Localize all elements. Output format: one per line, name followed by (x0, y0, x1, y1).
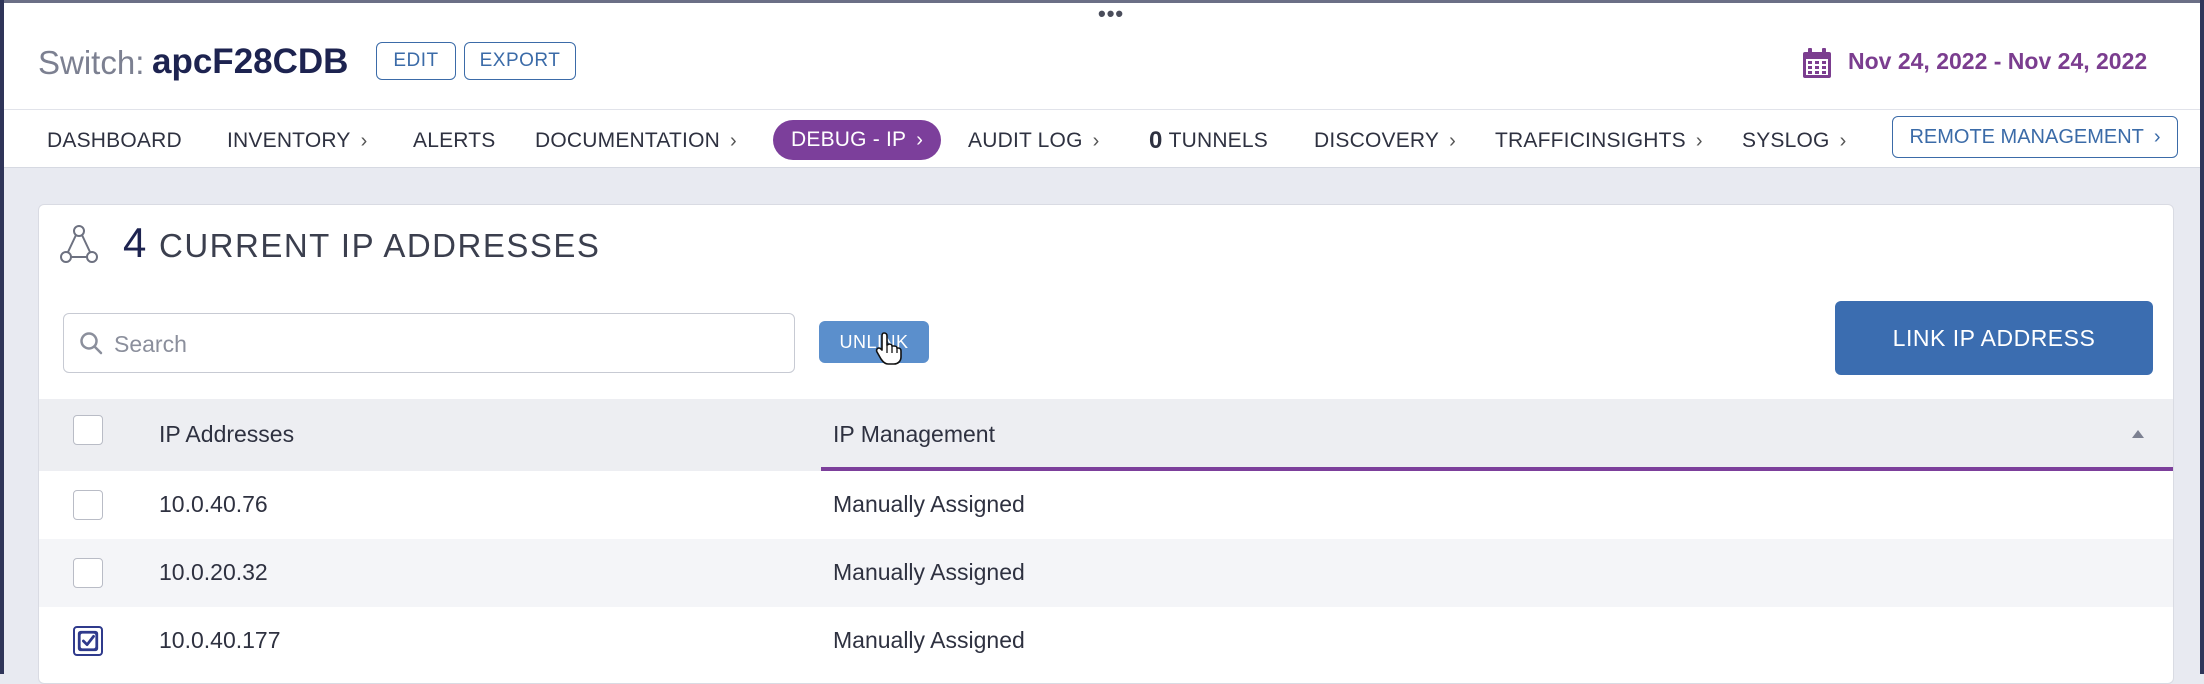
edit-button[interactable]: EDIT (376, 42, 456, 80)
row-checkbox-checked[interactable] (73, 626, 103, 656)
chevron-right-icon: › (2153, 125, 2161, 148)
tab-label: DASHBOARD (47, 129, 182, 152)
checkmark-icon (77, 630, 99, 652)
tab-alerts[interactable]: ALERTS (413, 121, 496, 161)
date-range[interactable]: Nov 24, 2022 - Nov 24, 2022 (1848, 48, 2147, 75)
row-checkbox[interactable] (73, 490, 103, 520)
export-button[interactable]: EXPORT (464, 42, 576, 80)
ip-count: 4 (123, 219, 147, 266)
hand-pointer-icon (875, 332, 902, 365)
tab-label: DISCOVERY (1314, 129, 1440, 152)
table-row: 10.0.20.32 Manually Assigned (39, 539, 2173, 607)
column-header-label: IP Management (833, 421, 995, 447)
drag-handle-icon[interactable]: ••• (1098, 3, 1124, 25)
tab-trafficinsights[interactable]: TRAFFICINSIGHTS › (1495, 121, 1703, 161)
tab-discovery[interactable]: DISCOVERY › (1314, 121, 1456, 161)
search-input[interactable] (112, 324, 776, 364)
tab-debug-ip[interactable]: DEBUG - IP › (773, 120, 942, 160)
unlink-button[interactable]: UNLINK (819, 321, 929, 363)
window-top-strip: ••• (0, 0, 2204, 26)
page-header: Switch: apcF28CDB EDIT EXPORT Nov 24, 20… (4, 26, 2200, 110)
chevron-right-icon: › (729, 129, 737, 152)
ip-management-cell: Manually Assigned (833, 491, 1025, 517)
search-icon (80, 332, 103, 355)
chevron-right-icon: › (1449, 129, 1456, 152)
tab-label: AUDIT LOG (968, 129, 1083, 152)
ip-addresses-panel: 4 CURRENT IP ADDRESSES UNLINK LINK IP AD… (38, 204, 2174, 684)
tab-label: ALERTS (413, 129, 496, 152)
ip-management-cell: Manually Assigned (833, 627, 1025, 653)
row-checkbox[interactable] (73, 558, 103, 588)
table-row: 10.0.40.76 Manually Assigned (39, 471, 2173, 539)
link-ip-address-button[interactable]: LINK IP ADDRESS (1835, 301, 2153, 375)
tab-label: SYSLOG (1742, 129, 1830, 152)
tab-audit-log[interactable]: AUDIT LOG › (968, 121, 1099, 161)
sort-ascending-icon[interactable] (2131, 429, 2145, 439)
chevron-right-icon: › (916, 128, 924, 151)
tab-label: DOCUMENTATION (535, 129, 720, 152)
ip-management-cell: Manually Assigned (833, 559, 1025, 585)
chevron-right-icon: › (1092, 129, 1100, 152)
tab-label: TUNNELS (1168, 129, 1268, 152)
table-row: 10.0.40.177 Manually Assigned (39, 607, 2173, 675)
page-title-prefix: Switch: (38, 44, 145, 81)
nav-bar: DASHBOARD INVENTORY › ALERTS DOCUMENTATI… (4, 110, 2200, 168)
remote-management-button[interactable]: REMOTE MANAGEMENT › (1892, 116, 2178, 158)
panel-title: CURRENT IP ADDRESSES (159, 227, 601, 264)
tunnels-count: 0 (1149, 127, 1163, 154)
table-header: IP Addresses IP Management (39, 399, 2173, 471)
ip-address-cell: 10.0.40.177 (159, 627, 281, 653)
column-header-ip-management[interactable]: IP Management (821, 399, 2173, 471)
tab-label: INVENTORY (227, 129, 351, 152)
tab-dashboard[interactable]: DASHBOARD (47, 121, 182, 161)
tab-tunnels[interactable]: 0 TUNNELS (1149, 121, 1268, 161)
select-all-checkbox[interactable] (73, 415, 103, 445)
tab-documentation[interactable]: DOCUMENTATION › (535, 121, 737, 161)
page-title: apcF28CDB (152, 42, 349, 81)
tab-label: DEBUG - IP (791, 128, 907, 151)
tab-label: TRAFFICINSIGHTS (1495, 129, 1686, 152)
ip-address-cell: 10.0.20.32 (159, 559, 268, 585)
chevron-right-icon: › (1695, 129, 1703, 152)
column-header-ip-addresses[interactable]: IP Addresses (159, 421, 294, 448)
remote-management-label: REMOTE MANAGEMENT (1909, 125, 2144, 148)
calendar-icon[interactable] (1800, 46, 1834, 80)
chevron-right-icon: › (360, 129, 368, 152)
tab-inventory[interactable]: INVENTORY › (227, 121, 367, 161)
search-box[interactable] (63, 313, 795, 373)
window-right-border (2200, 0, 2204, 674)
tab-syslog[interactable]: SYSLOG › (1742, 121, 1846, 161)
chevron-right-icon: › (1839, 129, 1847, 152)
ip-address-cell: 10.0.40.76 (159, 491, 268, 517)
network-nodes-icon (60, 225, 98, 263)
